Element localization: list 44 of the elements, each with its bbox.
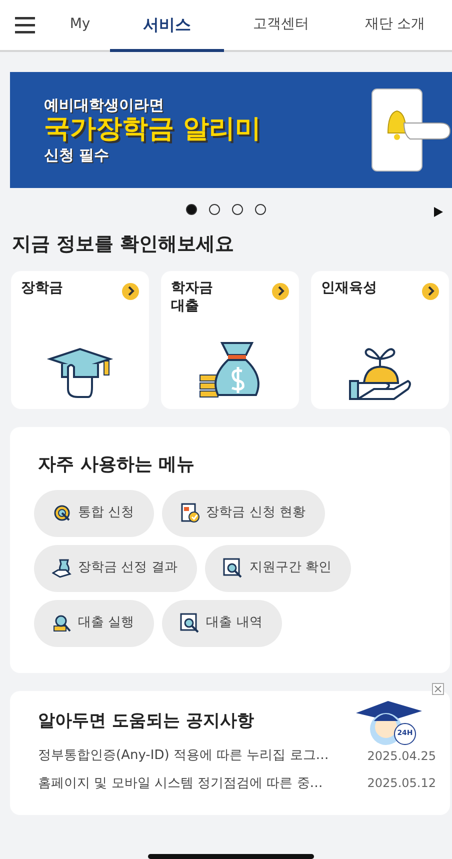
nav-tab[interactable]: 고객센터: [224, 0, 338, 52]
notice-date: 2025.05.12: [367, 775, 436, 792]
banner-text: 예비대학생이라면: [44, 96, 165, 114]
page-dot[interactable]: [209, 204, 220, 214]
menu-pill[interactable]: 지원구간 확인: [205, 544, 352, 592]
chevron-icon: [276, 286, 284, 296]
card-label: 학자금 대출: [171, 278, 213, 315]
menu-pill[interactable]: 장학금 신청 현황: [162, 490, 326, 536]
menu-pill[interactable]: 장학금 선정 결과: [34, 544, 198, 592]
section-title: 알아두면 도움되는 공지사항: [38, 710, 254, 732]
close-icon: [434, 684, 442, 692]
nav-tab[interactable]: 서비스: [110, 0, 224, 52]
search-icon: [180, 613, 200, 633]
section-title: 자주 사용하는 메뉴: [38, 452, 196, 476]
notice-date: 2025.04.25: [367, 748, 436, 765]
chevron-icon: [126, 286, 134, 296]
close-button[interactable]: [432, 682, 444, 694]
card-label: 인재육성: [321, 278, 377, 297]
notice-link[interactable]: 홈페이지 및 모바일 시스템 정기점검에 따른 중…: [38, 774, 323, 793]
nav-tab[interactable]: My: [50, 0, 110, 52]
banner-text: 국가장학금 알리미: [44, 114, 262, 146]
category-card[interactable]: 장학금: [11, 270, 149, 408]
section-title: 지금 정보를 확인해보세요: [12, 232, 236, 257]
nav-tab[interactable]: 재단 소개: [338, 0, 452, 52]
menu-pill[interactable]: 통합 신청: [34, 490, 154, 536]
page-dot[interactable]: [255, 204, 266, 214]
menu-pill[interactable]: 대출 내역: [162, 600, 282, 646]
banner[interactable]: 예비대학생이라면 국가장학금 알리미 신청 필수: [10, 72, 452, 188]
document-check-icon: [180, 503, 200, 523]
chevron-icon: [426, 286, 434, 296]
hand-trophy-icon: [52, 558, 72, 578]
banner-text: 신청 필수: [44, 146, 110, 164]
category-card[interactable]: 인재육성: [311, 270, 449, 408]
notice-link[interactable]: 정부통합인증(Any-ID) 적용에 따른 누리집 로그…: [38, 746, 329, 766]
page-dot[interactable]: [186, 204, 197, 214]
menu-icon: [14, 15, 36, 35]
category-card[interactable]: 학자금 대출: [161, 270, 299, 408]
card-label: 장학금: [21, 278, 63, 297]
target-icon: [52, 503, 72, 523]
search-icon: [223, 558, 244, 578]
play-icon: [433, 206, 444, 218]
page-dot[interactable]: [232, 204, 243, 214]
menu-pill[interactable]: 대출 실행: [34, 600, 154, 646]
coins-search-icon: [52, 613, 72, 633]
